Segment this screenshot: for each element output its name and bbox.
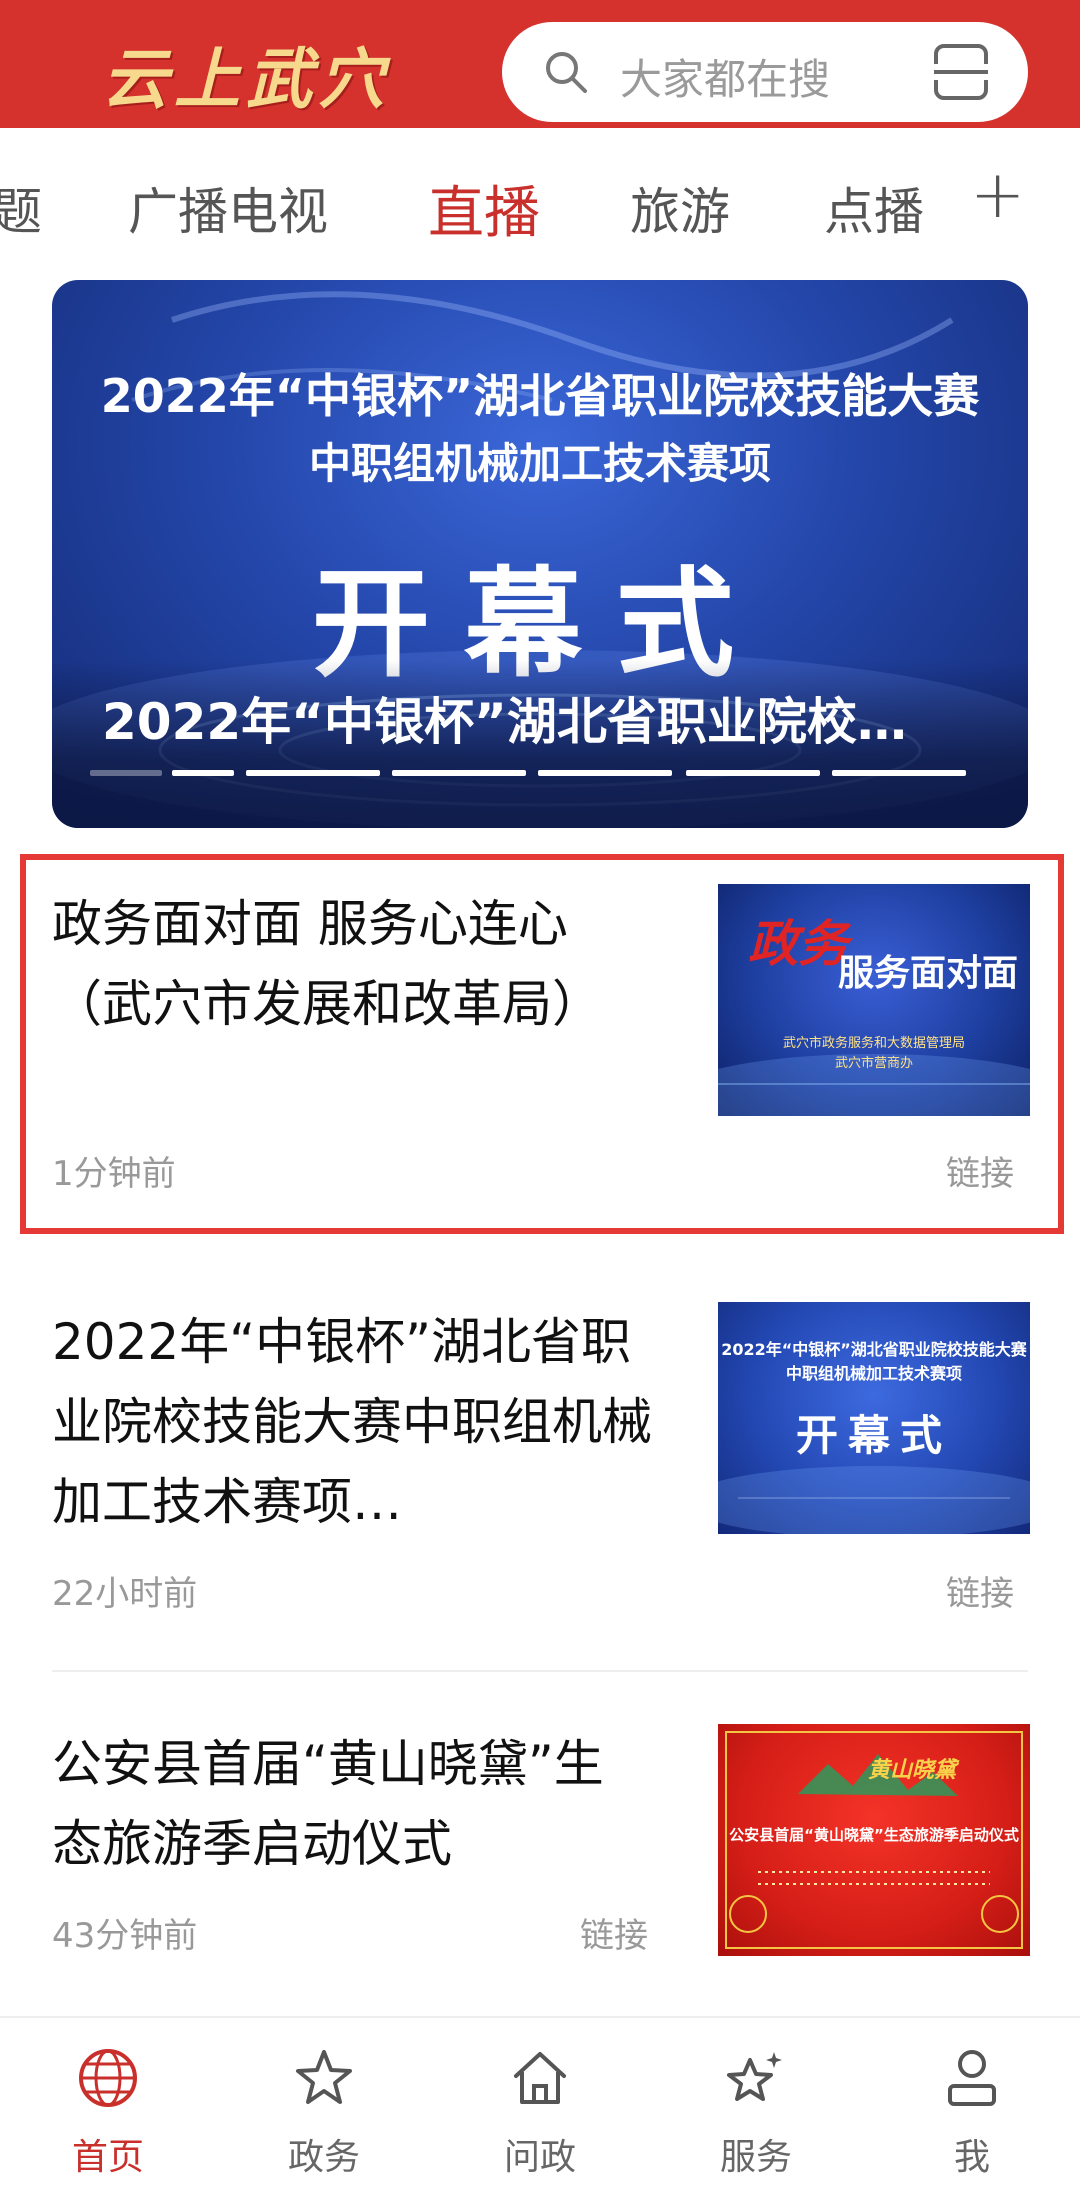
news-title: 政务面对面 服务心连心（武穴市发展和改革局） bbox=[52, 895, 602, 1033]
carousel-dot[interactable] bbox=[90, 770, 162, 776]
banner-caption: 2022年“中银杯”湖北省职业院校… bbox=[102, 693, 907, 751]
thumb-headline: 开幕式 bbox=[795, 1411, 952, 1460]
nav-label: 我 bbox=[953, 2137, 990, 2178]
news-time: 22小时前 bbox=[52, 1574, 198, 1614]
carousel-dot[interactable] bbox=[246, 770, 380, 776]
sparkle-star-icon bbox=[727, 2052, 782, 2101]
nav-label: 服务 bbox=[719, 2137, 792, 2178]
nav-government[interactable]: 政务 bbox=[216, 2018, 432, 2188]
house-icon bbox=[514, 2052, 566, 2104]
news-item[interactable]: 政务面对面 服务心连心（武穴市发展和改革局） 1分钟前 链接 政务 服务面对面 … bbox=[52, 884, 1030, 1224]
banner-carousel[interactable]: 2022年“中银杯”湖北省职业院校技能大赛 中职组机械加工技术赛项 开幕式 20… bbox=[52, 280, 1028, 828]
nav-label: 首页 bbox=[71, 2137, 144, 2178]
news-link[interactable]: 链接 bbox=[946, 1566, 1014, 1615]
thumb-title-red: 政务 bbox=[748, 914, 848, 973]
nav-service[interactable]: 服务 bbox=[648, 2018, 864, 2188]
news-thumbnail: 2022年“中银杯”湖北省职业院校技能大赛 中职组机械加工技术赛项 开幕式 bbox=[718, 1302, 1030, 1534]
thumb-line1: 公安县首届“黄山晓黛”生态旅游季启动仪式 bbox=[729, 1826, 1019, 1844]
banner-title-line2: 中职组机械加工技术赛项 bbox=[308, 439, 771, 488]
app-root: 云上武穴 大家都在搜 题 广播电视 直播 旅游 点播 + 2022年“中银杯”湖… bbox=[0, 0, 1080, 2188]
search-icon bbox=[546, 52, 587, 93]
news-time: 43分钟前 bbox=[52, 1916, 198, 1956]
nav-inquiry[interactable]: 问政 bbox=[432, 2018, 648, 2188]
carousel-indicators bbox=[90, 770, 1020, 778]
tab-live[interactable]: 直播 bbox=[428, 168, 540, 249]
carousel-dot[interactable] bbox=[686, 770, 820, 776]
thumb-sub2: 武穴市营商办 bbox=[834, 1056, 913, 1071]
nav-home[interactable]: 首页 bbox=[0, 2018, 216, 2188]
app-logo: 云上武穴 bbox=[102, 40, 390, 118]
news-time: 1分钟前 bbox=[52, 1154, 176, 1194]
globe-icon bbox=[79, 2049, 137, 2107]
bottom-navigation: 首页 政务 问政 服务 我 bbox=[0, 2016, 1080, 2188]
news-link[interactable]: 链接 bbox=[946, 1146, 1014, 1195]
search-placeholder: 大家都在搜 bbox=[620, 55, 831, 104]
carousel-dot[interactable] bbox=[538, 770, 672, 776]
thumb-title-white: 服务面对面 bbox=[838, 953, 1019, 994]
nav-label: 问政 bbox=[503, 2137, 576, 2178]
thumb-brand: 黄山晓黛 bbox=[868, 1757, 957, 1783]
news-thumbnail: 黄山晓黛 公安县首届“黄山晓黛”生态旅游季启动仪式 bbox=[718, 1724, 1030, 1956]
tab-topic[interactable]: 题 bbox=[0, 172, 42, 244]
tab-on-demand[interactable]: 点播 bbox=[824, 172, 924, 244]
nav-me[interactable]: 我 bbox=[864, 2018, 1080, 2188]
scan-icon[interactable] bbox=[930, 42, 992, 102]
tab-broadcast-tv[interactable]: 广播电视 bbox=[128, 172, 328, 244]
tab-travel[interactable]: 旅游 bbox=[630, 172, 730, 244]
user-icon bbox=[948, 2050, 996, 2106]
news-thumbnail: 政务 服务面对面 武穴市政务服务和大数据管理局 武穴市营商办 bbox=[718, 884, 1030, 1116]
nav-label: 政务 bbox=[287, 2137, 360, 2178]
top-header: 云上武穴 大家都在搜 bbox=[0, 0, 1080, 128]
banner-title-line1: 2022年“中银杯”湖北省职业院校技能大赛 bbox=[100, 369, 980, 423]
list-divider bbox=[52, 1670, 1028, 1672]
thumb-line2: 中职组机械加工技术赛项 bbox=[785, 1364, 962, 1383]
news-item[interactable]: 公安县首届“黄山晓黛”生态旅游季启动仪式 43分钟前 链接 黄山晓黛 公安县首届… bbox=[52, 1724, 1030, 1976]
channel-tabs: 题 广播电视 直播 旅游 点播 + bbox=[0, 128, 1080, 278]
news-title: 公安县首届“黄山晓黛”生态旅游季启动仪式 bbox=[52, 1735, 604, 1873]
carousel-dot[interactable] bbox=[172, 770, 234, 776]
thumb-sub1: 武穴市政务服务和大数据管理局 bbox=[782, 1036, 965, 1051]
carousel-dot[interactable] bbox=[832, 770, 966, 776]
news-title: 2022年“中银杯”湖北省职业院校技能大赛中职组机械加工技术赛项… bbox=[52, 1313, 652, 1531]
thumb-line1: 2022年“中银杯”湖北省职业院校技能大赛 bbox=[721, 1340, 1027, 1359]
star-icon bbox=[296, 2050, 352, 2104]
carousel-dot[interactable] bbox=[392, 770, 526, 776]
news-link[interactable]: 链接 bbox=[580, 1908, 648, 1957]
news-item[interactable]: 2022年“中银杯”湖北省职业院校技能大赛中职组机械加工技术赛项… 22小时前 … bbox=[52, 1302, 1030, 1632]
search-bar[interactable]: 大家都在搜 bbox=[502, 22, 1028, 122]
add-channel-button[interactable]: + bbox=[970, 156, 1025, 233]
